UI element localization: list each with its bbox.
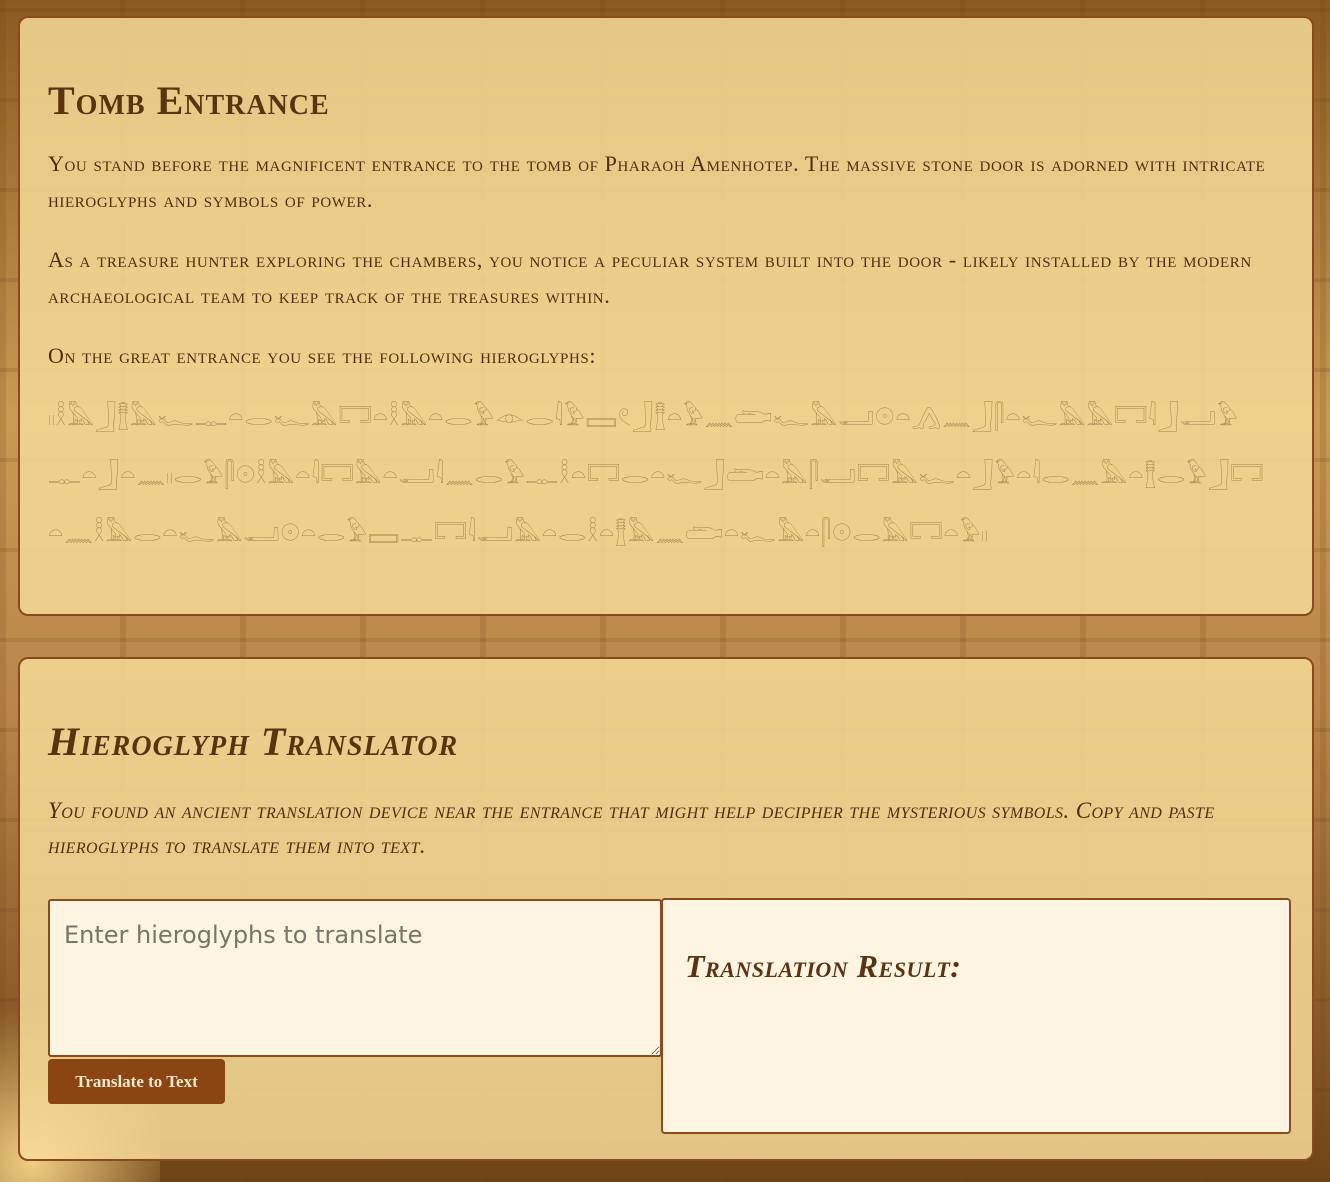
translation-result-title: Translation Result:: [685, 948, 962, 984]
tomb-intro-paragraph: You stand before the magnificent entranc…: [48, 151, 1266, 212]
hieroglyph-inscription: 𓏻𓎛𓅓𓃀𓊽𓅓𓆑𓊃𓏏𓂋𓆑𓅓𓉐𓏏𓎛𓅓𓏏𓂋𓅱𓁹𓂋𓇋𓅱𓈙𓏲𓃀𓊽𓏏𓅱𓈖𓂧𓆑𓅓𓂝𓇳𓏏𓂻𓈖𓃀𓋴…: [48, 403, 1265, 547]
translator-title: Hieroglyph Translator: [48, 719, 459, 764]
tomb-hieroglyph-intro: On the great entrance you see the follow…: [48, 343, 597, 368]
tomb-title: Tomb Entrance: [48, 78, 330, 123]
tomb-entrance-panel: Tomb Entrance You stand before the magni…: [18, 16, 1314, 616]
translate-button[interactable]: Translate to Text: [48, 1059, 225, 1104]
translator-description: You found an ancient translation device …: [48, 798, 1215, 858]
hieroglyph-input[interactable]: [48, 899, 662, 1057]
translator-panel: Hieroglyph Translator You found an ancie…: [18, 657, 1314, 1161]
translation-result-box: Translation Result:: [661, 898, 1291, 1134]
tomb-system-paragraph: As a treasure hunter exploring the chamb…: [48, 247, 1252, 308]
